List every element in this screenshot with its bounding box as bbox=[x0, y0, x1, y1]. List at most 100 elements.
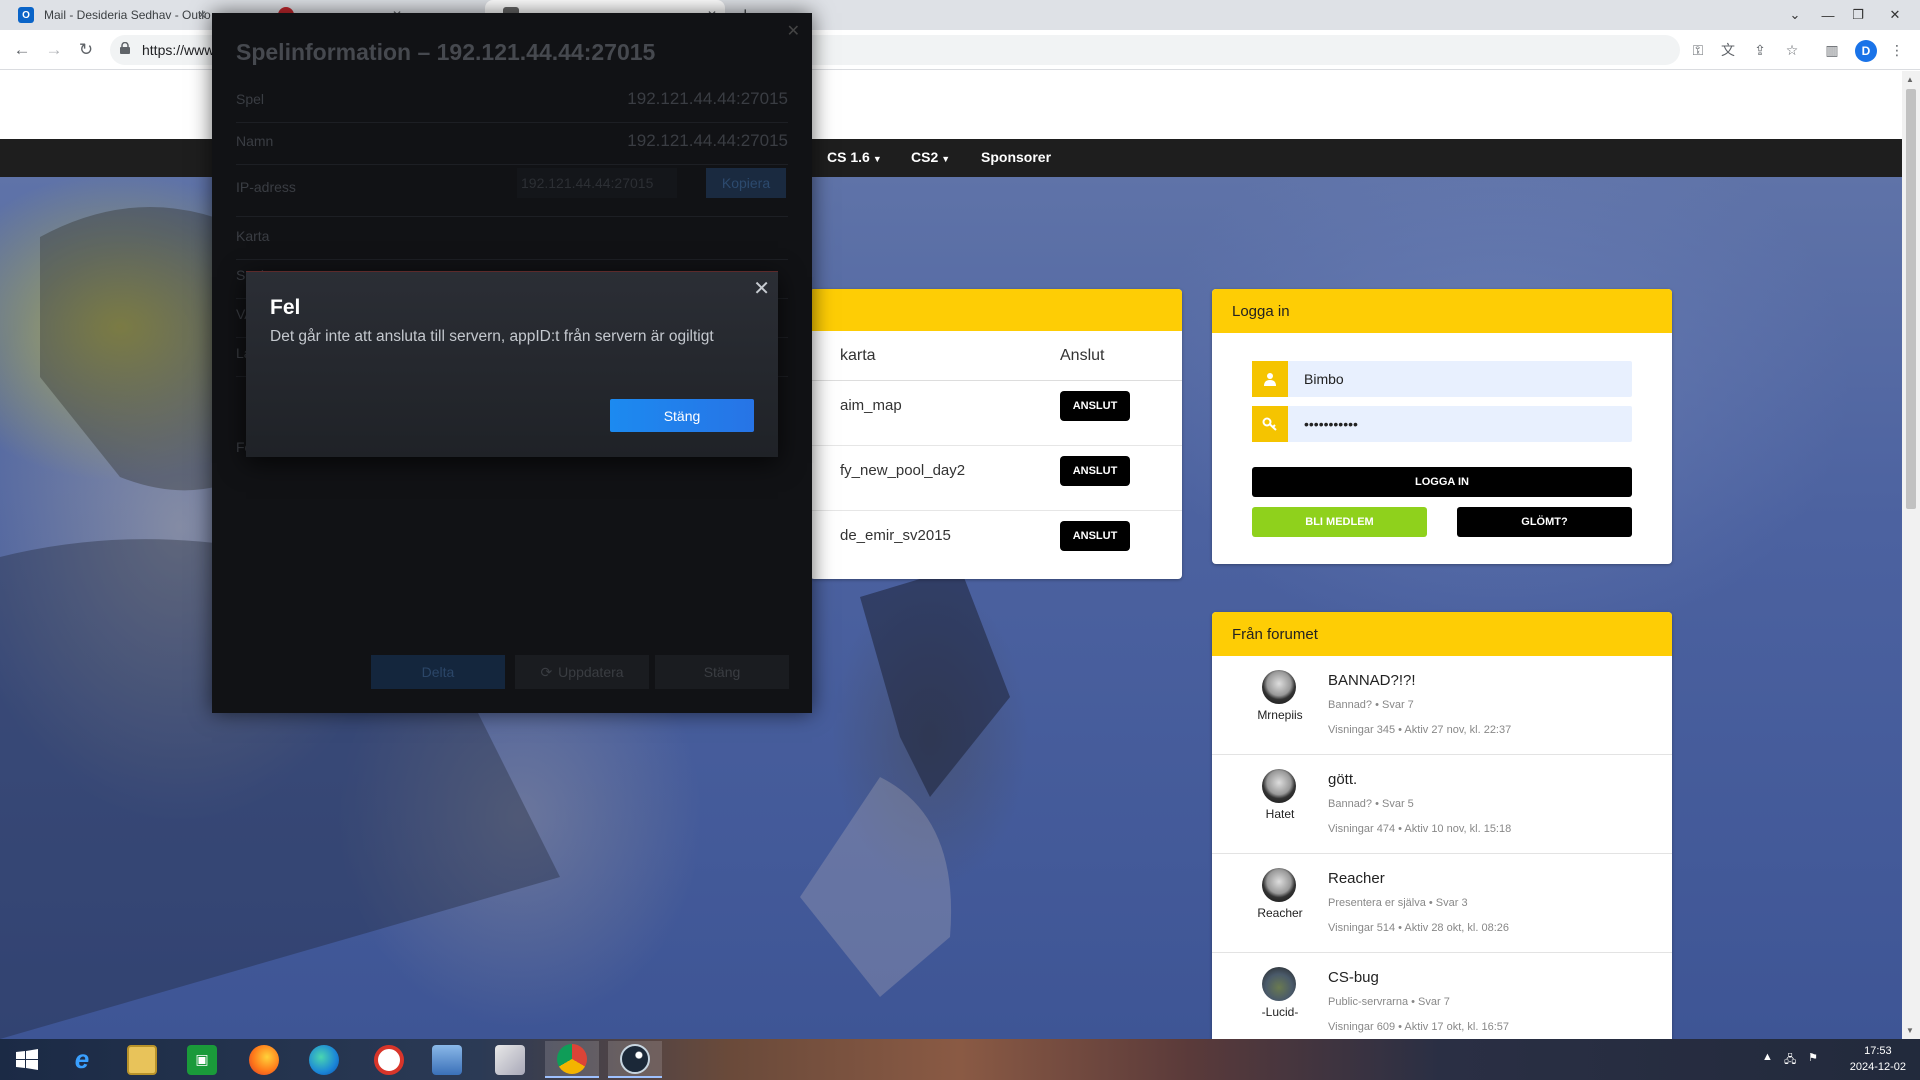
login-button[interactable]: LOGGA IN bbox=[1252, 467, 1632, 497]
post-title[interactable]: gött. bbox=[1328, 771, 1357, 788]
info-row: Namn 192.121.44.44:27015 bbox=[236, 123, 788, 165]
side-panel-icon[interactable]: ▥ bbox=[1822, 40, 1842, 60]
taskbar-steam[interactable] bbox=[608, 1041, 662, 1078]
window-close-icon[interactable]: ✕ bbox=[1875, 0, 1915, 30]
tab-close-icon[interactable]: ✕ bbox=[197, 8, 207, 22]
username-field[interactable]: Bimbo bbox=[1252, 361, 1632, 397]
close-icon[interactable]: ✕ bbox=[787, 21, 800, 41]
avatar bbox=[1262, 670, 1296, 704]
taskbar-firefox[interactable] bbox=[237, 1041, 291, 1078]
back-icon[interactable]: ← bbox=[10, 38, 34, 62]
join-button[interactable]: Delta bbox=[371, 655, 505, 689]
row-value: 192.121.44.44:27015 bbox=[627, 89, 788, 108]
post-title[interactable]: CS-bug bbox=[1328, 969, 1379, 986]
password-field[interactable]: ••••••••••• bbox=[1252, 406, 1632, 442]
post-stats: Visningar 345 • Aktiv 27 nov, kl. 22:37 bbox=[1328, 724, 1512, 736]
refresh-button[interactable]: ⟳ Uppdatera bbox=[515, 655, 649, 689]
error-close-button[interactable]: Stäng bbox=[610, 399, 754, 432]
forum-post[interactable]: -Lucid- CS-bug Public-servrarna • Svar 7… bbox=[1212, 953, 1672, 1039]
error-title: Fel bbox=[270, 296, 301, 319]
clock-time: 17:53 bbox=[1864, 1045, 1892, 1057]
row-label: Spel bbox=[236, 91, 265, 107]
url-text: https://www bbox=[142, 42, 215, 58]
taskbar-store[interactable]: ▣ bbox=[175, 1041, 229, 1078]
forum-title: Från forumet bbox=[1212, 612, 1672, 656]
post-stats: Visningar 609 • Aktiv 17 okt, kl. 16:57 bbox=[1328, 1021, 1509, 1033]
windows-taskbar: e ▣ ▲ 🖧 ⚑ 17:53 2024-12-02 bbox=[0, 1039, 1920, 1080]
start-button[interactable] bbox=[0, 1041, 54, 1078]
connect-button[interactable]: ANSLUT bbox=[1060, 521, 1130, 551]
nav-label: CS 1.6 bbox=[827, 149, 870, 165]
system-clock[interactable]: 17:53 2024-12-02 bbox=[1850, 1043, 1906, 1075]
taskbar-file-explorer[interactable] bbox=[115, 1041, 169, 1078]
close-button[interactable]: Stäng bbox=[655, 655, 789, 689]
profile-avatar[interactable]: D bbox=[1855, 40, 1877, 62]
taskbar-paint[interactable] bbox=[483, 1041, 537, 1078]
post-title[interactable]: BANNAD?!?! bbox=[1328, 672, 1416, 689]
row-label: Karta bbox=[236, 228, 270, 244]
scroll-down-icon[interactable]: ▼ bbox=[1906, 1026, 1914, 1035]
reload-icon[interactable]: ↻ bbox=[74, 38, 98, 62]
server-table-header: karta Anslut bbox=[810, 331, 1182, 381]
tray-expand-icon[interactable]: ▲ bbox=[1762, 1051, 1773, 1063]
scroll-thumb[interactable] bbox=[1906, 89, 1916, 509]
firefox-icon bbox=[249, 1044, 279, 1075]
taskbar-edge[interactable] bbox=[297, 1041, 351, 1078]
post-stats: Visningar 474 • Aktiv 10 nov, kl. 15:18 bbox=[1328, 823, 1512, 835]
forward-icon[interactable]: → bbox=[42, 38, 66, 62]
table-row: fy_new_pool_day2 ANSLUT bbox=[810, 446, 1182, 511]
photos-icon bbox=[432, 1044, 462, 1075]
copy-button[interactable]: Kopiera bbox=[706, 168, 786, 198]
connect-button[interactable]: ANSLUT bbox=[1060, 456, 1130, 486]
refresh-label: Uppdatera bbox=[558, 664, 624, 680]
taskbar-app-red[interactable] bbox=[362, 1041, 416, 1078]
post-title[interactable]: Reacher bbox=[1328, 870, 1385, 887]
post-meta: Public-servrarna • Svar 7 bbox=[1328, 996, 1450, 1008]
translate-icon[interactable]: 文 bbox=[1718, 40, 1738, 60]
scroll-up-icon[interactable]: ▲ bbox=[1906, 75, 1914, 84]
taskbar-chrome[interactable] bbox=[545, 1041, 599, 1078]
outlook-icon: O bbox=[18, 7, 34, 23]
connect-button[interactable]: ANSLUT bbox=[1060, 391, 1130, 421]
server-card-header bbox=[810, 289, 1182, 331]
clock-date: 2024-12-02 bbox=[1849, 1061, 1906, 1073]
join-button[interactable]: BLI MEDLEM bbox=[1252, 507, 1427, 537]
network-icon[interactable]: 🖧 bbox=[1784, 1051, 1796, 1070]
windows-logo-icon bbox=[16, 1048, 38, 1070]
ip-address-field[interactable]: 192.121.44.44:27015 bbox=[517, 168, 677, 198]
password-value: ••••••••••• bbox=[1304, 416, 1358, 432]
restore-icon[interactable]: ❐ bbox=[1838, 0, 1878, 30]
tab-label: Mail - Desideria Sedhav - Outlo bbox=[44, 8, 211, 22]
forum-post[interactable]: Hatet gött. Bannad? • Svar 5 Visningar 4… bbox=[1212, 755, 1672, 854]
taskbar-photos[interactable] bbox=[420, 1041, 474, 1078]
post-user[interactable]: -Lucid- bbox=[1232, 1005, 1328, 1019]
post-user[interactable]: Mrnepiis bbox=[1232, 708, 1328, 722]
error-message: Det går inte att ansluta till servern, a… bbox=[270, 328, 714, 345]
paint-icon bbox=[495, 1044, 525, 1075]
post-meta: Bannad? • Svar 7 bbox=[1328, 699, 1414, 711]
key-icon bbox=[1252, 406, 1288, 442]
row-value: 192.121.44.44:27015 bbox=[627, 131, 788, 150]
refresh-icon: ⟳ bbox=[540, 663, 553, 680]
nav-cs16[interactable]: CS 1.6 ▼ bbox=[827, 149, 882, 165]
share-icon[interactable]: ⇪ bbox=[1750, 40, 1770, 60]
chrome-icon bbox=[557, 1043, 587, 1074]
map-name: de_emir_sv2015 bbox=[840, 527, 951, 544]
nav-sponsorer[interactable]: Sponsorer bbox=[981, 149, 1051, 165]
flag-icon[interactable]: ⚑ bbox=[1808, 1051, 1818, 1064]
post-user[interactable]: Reacher bbox=[1232, 906, 1328, 920]
caret-down-icon: ▼ bbox=[872, 154, 882, 164]
nav-cs2[interactable]: CS2 ▼ bbox=[911, 149, 950, 165]
close-icon[interactable]: ✕ bbox=[753, 276, 770, 301]
menu-icon[interactable]: ⋮ bbox=[1887, 40, 1907, 60]
forgot-button[interactable]: GLÖMT? bbox=[1457, 507, 1632, 537]
page-scrollbar[interactable]: ▲ ▼ bbox=[1902, 71, 1920, 1039]
taskbar-internet-explorer[interactable]: e bbox=[55, 1041, 109, 1078]
bookmark-star-icon[interactable]: ☆ bbox=[1782, 40, 1802, 60]
forum-post[interactable]: Reacher Reacher Presentera er själva • S… bbox=[1212, 854, 1672, 953]
forum-post[interactable]: Mrnepiis BANNAD?!?! Bannad? • Svar 7 Vis… bbox=[1212, 656, 1672, 755]
edge-icon bbox=[309, 1044, 339, 1075]
tab-outlook[interactable]: O Mail - Desideria Sedhav - Outlo ✕ bbox=[0, 0, 215, 30]
key-icon[interactable]: ⚿ bbox=[1688, 40, 1708, 60]
post-user[interactable]: Hatet bbox=[1232, 807, 1328, 821]
